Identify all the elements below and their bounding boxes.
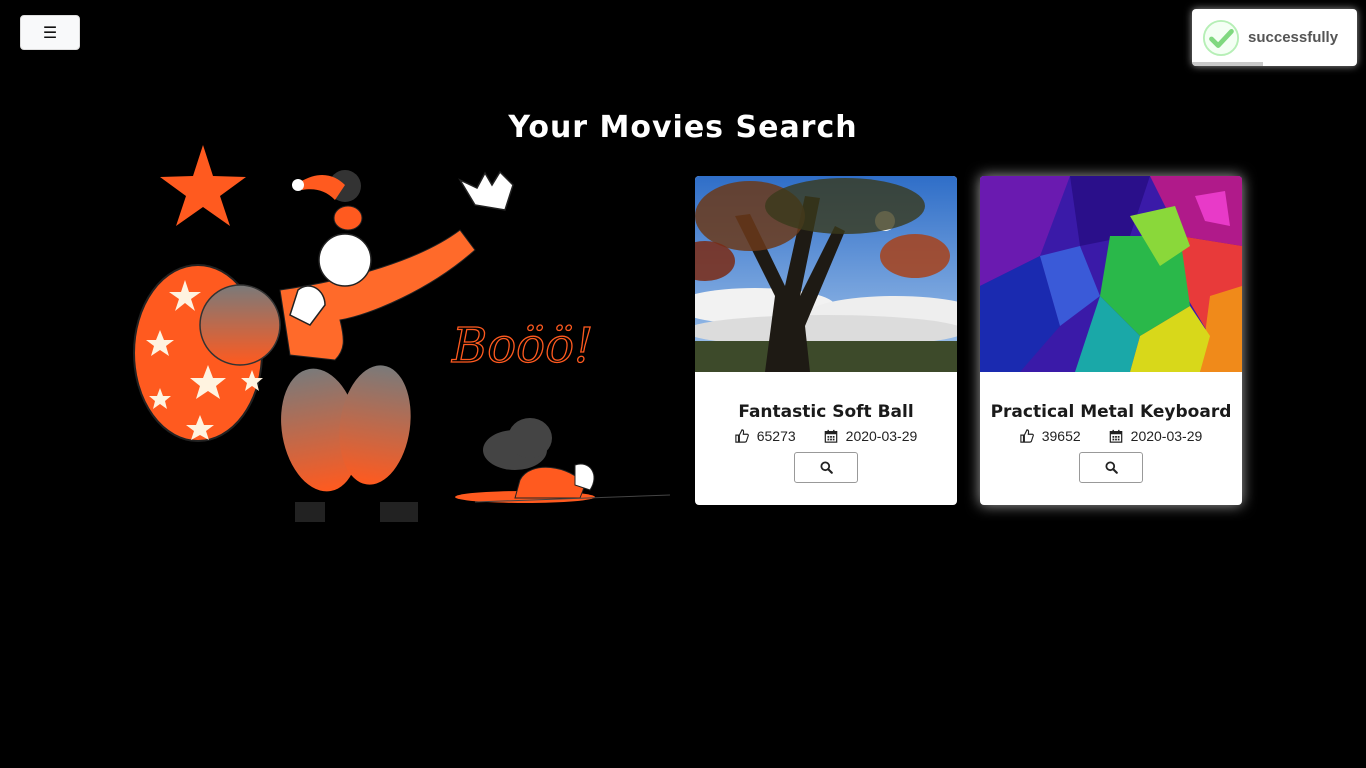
toast-message: successfully: [1248, 29, 1339, 46]
movie-card[interactable]: Practical Metal Keyboard 39652 2020-03-2…: [980, 176, 1242, 505]
movie-poster-image: [980, 176, 1242, 372]
toast-progress-fill: [1192, 62, 1263, 66]
date-text: 2020-03-29: [1130, 428, 1203, 444]
movie-poster-image: [695, 176, 957, 372]
likes: 39652: [1020, 428, 1081, 444]
likes-count: 39652: [1041, 428, 1081, 444]
date-text: 2020-03-29: [845, 428, 918, 444]
toast-progress-bar: [1192, 62, 1357, 66]
movie-card[interactable]: Fantastic Soft Ball 65273 2020-03-29: [695, 176, 957, 505]
thumbs-up-icon: [735, 429, 749, 443]
release-date: 2020-03-29: [824, 428, 918, 444]
check-circle-icon: [1202, 19, 1240, 56]
calendar-icon: [1109, 429, 1122, 443]
booo-text: Boöö!: [451, 318, 593, 374]
search-button[interactable]: [794, 452, 858, 483]
star-shape: [160, 145, 246, 226]
movie-meta: 39652 2020-03-29: [980, 428, 1242, 444]
release-date: 2020-03-29: [1109, 428, 1203, 444]
calendar-icon: [824, 429, 837, 443]
likes: 65273: [735, 428, 796, 444]
search-button[interactable]: [1079, 452, 1143, 483]
halloween-illustration: Boöö!: [130, 140, 675, 530]
success-toast[interactable]: successfully: [1192, 9, 1357, 66]
search-icon: [1104, 461, 1118, 474]
movie-title: Fantastic Soft Ball: [738, 402, 914, 422]
likes-count: 65273: [756, 428, 796, 444]
menu-button[interactable]: ☰: [20, 15, 80, 50]
movie-title: Practical Metal Keyboard: [990, 402, 1232, 422]
movie-meta: 65273 2020-03-29: [695, 428, 957, 444]
search-icon: [819, 461, 833, 474]
thumbs-up-icon: [1020, 429, 1034, 443]
